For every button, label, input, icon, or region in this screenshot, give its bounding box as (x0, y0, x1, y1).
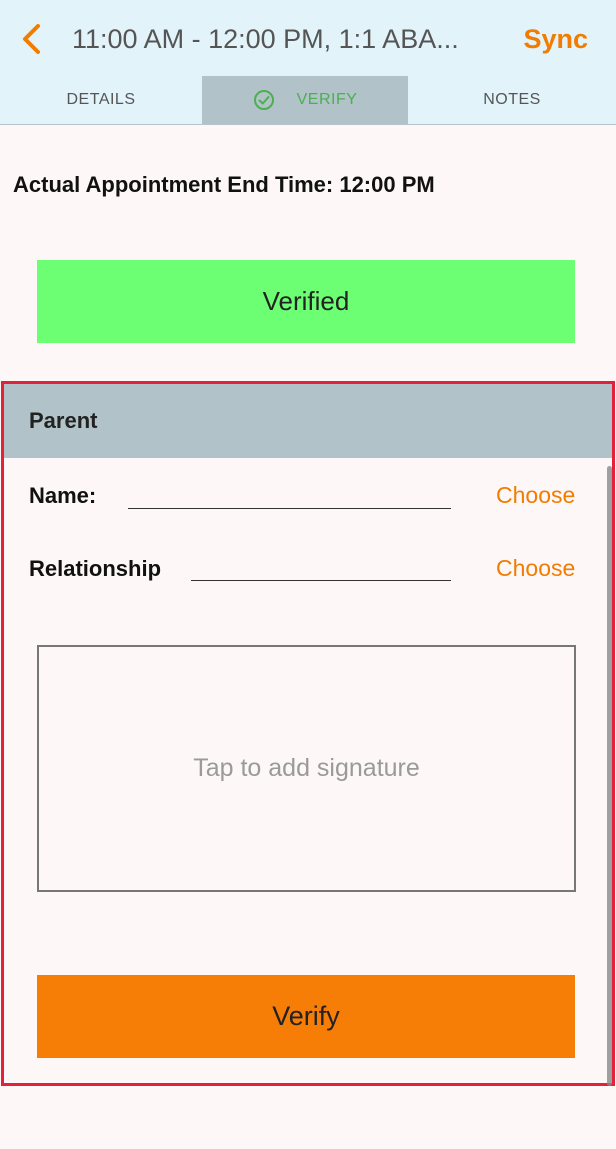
appointment-title: 11:00 AM - 12:00 PM, 1:1 ABA... (72, 24, 459, 54)
actual-end-time: Actual Appointment End Time: 12:00 PM (13, 172, 435, 197)
tab-label: NOTES (483, 91, 541, 108)
check-circle-icon (253, 90, 274, 110)
verify-button[interactable]: Verify (37, 975, 575, 1058)
signature-placeholder: Tap to add signature (193, 754, 420, 782)
name-label: Name: (29, 483, 97, 508)
tab-label: VERIFY (296, 91, 358, 108)
tab-details[interactable]: DETAILS (0, 76, 202, 124)
tab-label: DETAILS (66, 91, 136, 108)
choose-relationship-button[interactable]: Choose (496, 555, 575, 582)
verified-status-banner: Verified (37, 260, 575, 343)
choose-name-button[interactable]: Choose (496, 482, 575, 509)
tab-verify[interactable]: VERIFY (202, 76, 408, 124)
appointment-verify-screen: 11:00 AM - 12:00 PM, 1:1 ABA... Sync DET… (0, 0, 616, 1149)
sync-button[interactable]: Sync (523, 22, 588, 56)
name-field[interactable] (128, 508, 451, 509)
relationship-label: Relationship (29, 556, 162, 581)
tab-notes[interactable]: NOTES (408, 76, 616, 124)
chevron-left-icon (23, 24, 40, 54)
parent-section-header: Parent (4, 384, 612, 458)
scrollbar[interactable] (607, 466, 612, 1086)
parent-signature-section: Parent Name: Choose Relationship Choose … (1, 381, 615, 1086)
navigation-bar: 11:00 AM - 12:00 PM, 1:1 ABA... Sync (0, 0, 616, 76)
tab-bar: DETAILS VERIFY NOTES (0, 76, 616, 125)
back-button[interactable] (16, 22, 50, 56)
relationship-field[interactable] (191, 580, 451, 581)
signature-pad[interactable]: Tap to add signature (37, 645, 576, 892)
parent-section-title: Parent (29, 408, 98, 433)
